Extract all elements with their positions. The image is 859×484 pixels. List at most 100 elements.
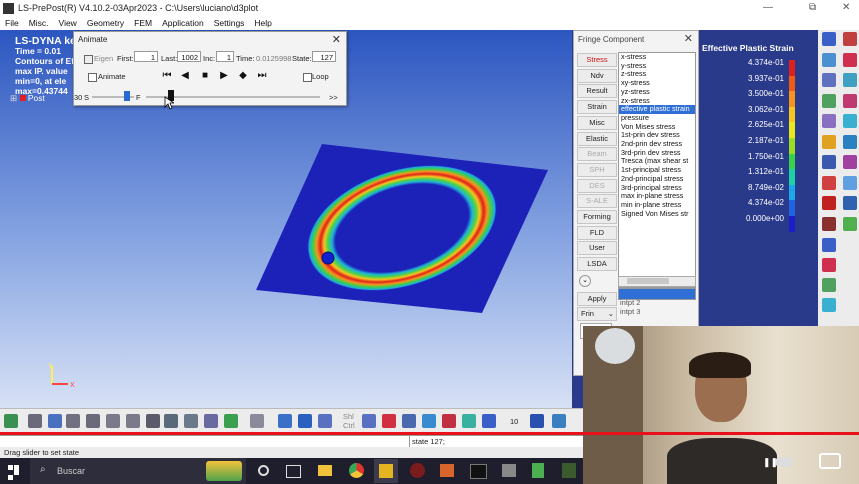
- tool-icon[interactable]: [822, 258, 836, 272]
- fringe-type-button-elastic[interactable]: Elastic: [577, 131, 617, 146]
- speed-slider-thumb[interactable]: [124, 91, 130, 101]
- fringe-type-button-user[interactable]: User: [577, 241, 617, 256]
- tool-icon[interactable]: [843, 216, 857, 231]
- tool-icon[interactable]: [843, 32, 857, 46]
- intpt-3[interactable]: intpt 3: [620, 307, 640, 316]
- tool-icon[interactable]: [822, 114, 836, 128]
- lsprepost-task-icon[interactable]: [374, 459, 398, 483]
- minimize-button[interactable]: —: [763, 2, 773, 13]
- menu-file[interactable]: File: [0, 17, 24, 30]
- toolbar-icon[interactable]: [66, 414, 80, 428]
- fringe-type-button-fld[interactable]: FLD: [577, 225, 617, 240]
- app-icon-red[interactable]: [410, 463, 425, 478]
- scrollbar-thumb[interactable]: [627, 278, 669, 284]
- shl-label[interactable]: Shl: [343, 412, 354, 421]
- cortana-icon[interactable]: [258, 465, 269, 476]
- toolbar-icon[interactable]: [106, 414, 120, 428]
- toolbar-icon[interactable]: [552, 414, 566, 428]
- last-field[interactable]: 1002: [177, 51, 201, 62]
- tool-icon[interactable]: [822, 134, 836, 149]
- eigen-checkbox[interactable]: [84, 55, 93, 64]
- toolbar-icon[interactable]: [278, 414, 292, 428]
- intpt-2[interactable]: intpt 2: [620, 298, 640, 307]
- last-frame-icon[interactable]: ⏭: [255, 70, 269, 82]
- close-button[interactable]: ✕: [842, 2, 850, 13]
- toolbar-icon[interactable]: [184, 414, 198, 428]
- tool-icon[interactable]: [822, 52, 836, 67]
- toolbar-icon[interactable]: [402, 414, 416, 428]
- tool-icon[interactable]: [843, 93, 857, 108]
- toolbar-icon[interactable]: [224, 414, 238, 428]
- toolbar-icon[interactable]: [318, 414, 332, 428]
- tool-icon[interactable]: [822, 32, 836, 46]
- close-icon[interactable]: ✕: [332, 33, 341, 46]
- toolbar-icon[interactable]: [4, 414, 18, 428]
- fringe-type-button-result[interactable]: Result: [577, 84, 617, 99]
- stop-icon[interactable]: ■: [198, 70, 212, 82]
- menu-help[interactable]: Help: [249, 17, 276, 30]
- tool-icon[interactable]: [822, 93, 836, 108]
- toolbar-icon[interactable]: [422, 414, 436, 428]
- toolbar-icon[interactable]: [146, 414, 160, 428]
- frin-select[interactable]: Frin ⌄: [577, 307, 617, 321]
- captions-icon[interactable]: [819, 453, 841, 469]
- inc-field[interactable]: 1: [216, 51, 234, 62]
- maximize-button[interactable]: ⧉: [809, 2, 816, 13]
- app-icon-green[interactable]: [532, 463, 544, 478]
- toolbar-icon[interactable]: [164, 414, 178, 428]
- menu-settings[interactable]: Settings: [209, 17, 250, 30]
- fringe-type-button-stress[interactable]: Stress: [577, 53, 617, 67]
- file-explorer-icon[interactable]: [318, 465, 332, 476]
- terminal-icon[interactable]: [470, 464, 487, 479]
- play-forward-icon[interactable]: ▶: [217, 70, 231, 82]
- taskbar-search[interactable]: ⌕ Buscar: [30, 458, 246, 484]
- toolbar-icon[interactable]: [204, 414, 218, 428]
- tool-icon[interactable]: [822, 155, 836, 169]
- task-view-icon[interactable]: [286, 465, 301, 478]
- first-field[interactable]: 1: [134, 51, 158, 62]
- toolbar-icon[interactable]: [462, 414, 476, 428]
- chevron-down-icon[interactable]: ⌄: [579, 275, 591, 287]
- app-icon-gray[interactable]: [502, 464, 516, 477]
- first-frame-icon[interactable]: ⏮: [160, 70, 174, 82]
- tool-icon[interactable]: [843, 114, 857, 128]
- windows-start-icon[interactable]: [8, 465, 20, 480]
- toolbar-icon[interactable]: [298, 414, 312, 428]
- fringe-type-button-s-ale[interactable]: S-ALE: [577, 194, 617, 209]
- model-tree[interactable]: ⊞ Post: [10, 93, 45, 104]
- menu-application[interactable]: Application: [157, 17, 209, 30]
- fringe-type-button-sph[interactable]: SPH: [577, 162, 617, 177]
- menu-view[interactable]: View: [54, 17, 82, 30]
- toolbar-icon[interactable]: [362, 414, 376, 428]
- toolbar-icon[interactable]: [86, 414, 100, 428]
- ctrl-label[interactable]: Ctrl: [343, 421, 355, 430]
- menu-fem[interactable]: FEM: [129, 17, 157, 30]
- close-icon[interactable]: ✕: [684, 32, 693, 45]
- menu-geometry[interactable]: Geometry: [82, 17, 129, 30]
- animate-checkbox[interactable]: [88, 73, 97, 82]
- menu-misc[interactable]: Misc.: [24, 17, 54, 30]
- command-input[interactable]: [0, 436, 410, 447]
- toolbar-icon[interactable]: [442, 414, 456, 428]
- tool-icon[interactable]: [822, 175, 836, 190]
- fringe-type-button-forming[interactable]: Forming: [577, 210, 617, 224]
- toolbar-icon[interactable]: [250, 414, 264, 428]
- tool-icon[interactable]: [843, 73, 857, 87]
- tool-icon[interactable]: [822, 298, 836, 312]
- toolbar-icon[interactable]: [48, 414, 62, 428]
- fringe-type-button-lsda[interactable]: LSDA: [577, 257, 617, 272]
- tool-icon[interactable]: [822, 238, 836, 252]
- play-backward-icon[interactable]: ◀: [178, 70, 192, 82]
- toolbar-icon[interactable]: [482, 414, 496, 428]
- toolbar-icon[interactable]: [28, 414, 42, 428]
- chrome-icon[interactable]: [349, 463, 364, 478]
- app-icon-lnc[interactable]: [562, 463, 576, 478]
- tool-icon[interactable]: [843, 196, 857, 210]
- fringe-type-button-misc[interactable]: Misc: [577, 115, 617, 130]
- fringe-type-button-des[interactable]: DES: [577, 178, 617, 193]
- expand-icon[interactable]: ⊞: [10, 93, 17, 103]
- list-h-scrollbar[interactable]: [618, 276, 696, 287]
- step-icon[interactable]: ◆: [236, 70, 250, 82]
- tool-icon[interactable]: [843, 155, 857, 169]
- tool-icon[interactable]: [822, 196, 836, 210]
